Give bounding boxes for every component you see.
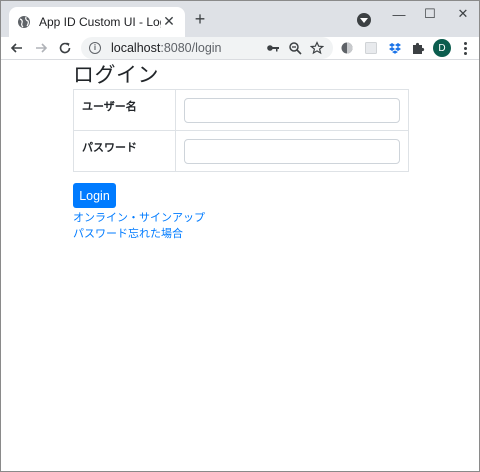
tab-search-icon[interactable] — [357, 13, 371, 27]
forgot-password-link[interactable]: パスワード忘れた場合 — [73, 225, 183, 241]
extension-circle-icon[interactable] — [339, 40, 355, 56]
password-input[interactable] — [184, 139, 400, 164]
browser-window: App ID Custom UI - Login ✕ + — ☐ ✕ i loc… — [0, 0, 480, 472]
username-row: ユーザー名 — [73, 89, 409, 131]
page-title: ログイン — [73, 63, 159, 87]
reload-icon[interactable] — [55, 38, 75, 58]
login-form-table: ユーザー名 パスワード — [73, 89, 409, 172]
tab-close-icon[interactable]: ✕ — [161, 14, 177, 30]
profile-avatar[interactable]: D — [433, 39, 451, 57]
login-button[interactable]: Login — [73, 183, 116, 208]
back-arrow-icon[interactable] — [7, 38, 27, 58]
forward-arrow-icon[interactable] — [31, 38, 51, 58]
minimize-button[interactable]: — — [385, 5, 413, 23]
username-input[interactable] — [184, 98, 400, 123]
password-input-cell — [175, 130, 409, 172]
site-info-icon[interactable]: i — [89, 42, 101, 54]
extension-square-icon[interactable] — [363, 40, 379, 56]
password-row: パスワード — [73, 130, 409, 172]
username-input-cell — [175, 89, 409, 131]
url-host: localhost — [111, 41, 161, 55]
globe-icon — [17, 15, 31, 29]
close-window-button[interactable]: ✕ — [449, 5, 477, 23]
username-label: ユーザー名 — [73, 89, 176, 131]
new-tab-button[interactable]: + — [191, 10, 209, 29]
password-label: パスワード — [73, 130, 176, 172]
tab-title: App ID Custom UI - Login — [39, 15, 161, 29]
key-icon[interactable] — [265, 40, 281, 56]
signup-link[interactable]: オンライン・サインアップ — [73, 209, 205, 225]
extensions-puzzle-icon[interactable] — [410, 40, 426, 56]
browser-toolbar: i localhost:8080/login D — [1, 37, 479, 59]
zoom-icon[interactable] — [287, 40, 303, 56]
bookmark-star-icon[interactable] — [309, 40, 325, 56]
url-text: localhost:8080/login — [111, 41, 222, 55]
url-path: :8080/login — [160, 41, 222, 55]
tab-strip: App ID Custom UI - Login ✕ + — ☐ ✕ — [1, 1, 479, 37]
menu-dots-icon[interactable] — [457, 40, 473, 56]
maximize-button[interactable]: ☐ — [416, 5, 444, 23]
address-bar[interactable]: i localhost:8080/login — [81, 37, 333, 59]
extension-dropbox-icon[interactable] — [387, 40, 403, 56]
browser-tab[interactable]: App ID Custom UI - Login ✕ — [9, 7, 185, 37]
